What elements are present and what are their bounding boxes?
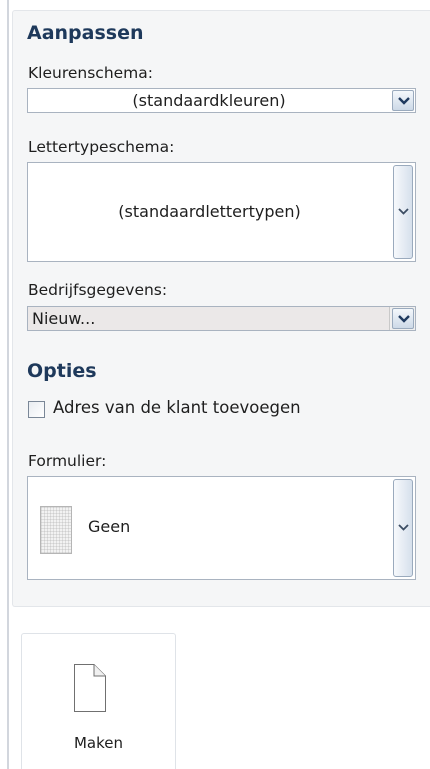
blank-document-icon (74, 664, 106, 712)
color-scheme-dropdown[interactable]: (standaardkleuren) (27, 88, 416, 113)
add-customer-address-checkbox[interactable] (28, 401, 45, 418)
chevron-down-icon (398, 315, 410, 323)
form-value: Geen (88, 517, 131, 536)
chevron-down-icon (398, 97, 410, 105)
business-info-dropdown[interactable]: Nieuw... (27, 306, 416, 331)
font-scheme-label: Lettertypeschema: (28, 138, 175, 156)
color-scheme-value: (standaardkleuren) (132, 91, 286, 110)
create-button[interactable]: Maken (21, 633, 176, 769)
form-gallery[interactable]: Geen (27, 476, 416, 580)
pane-left-border (7, 0, 9, 769)
business-info-label: Bedrijfsgegevens: (28, 281, 168, 299)
form-thumbnail (40, 506, 72, 554)
create-button-label: Maken (73, 734, 124, 752)
font-scheme-dropdown-button[interactable] (393, 165, 413, 259)
business-info-value: Nieuw... (28, 307, 390, 330)
font-scheme-gallery[interactable]: (standaardlettertypen) (27, 162, 416, 262)
color-scheme-label: Kleurenschema: (28, 64, 153, 82)
customize-heading: Aanpassen (27, 22, 144, 44)
business-info-arrow-button[interactable] (392, 308, 414, 329)
form-dropdown-button[interactable] (393, 479, 413, 577)
options-heading: Opties (27, 360, 97, 382)
add-customer-address-label[interactable]: Adres van de klant toevoegen (53, 398, 301, 417)
font-scheme-value: (standaardlettertypen) (118, 202, 301, 221)
color-scheme-arrow-button[interactable] (392, 90, 414, 111)
chevron-down-icon (398, 524, 409, 531)
form-label: Formulier: (28, 452, 107, 470)
chevron-down-icon (398, 208, 409, 215)
